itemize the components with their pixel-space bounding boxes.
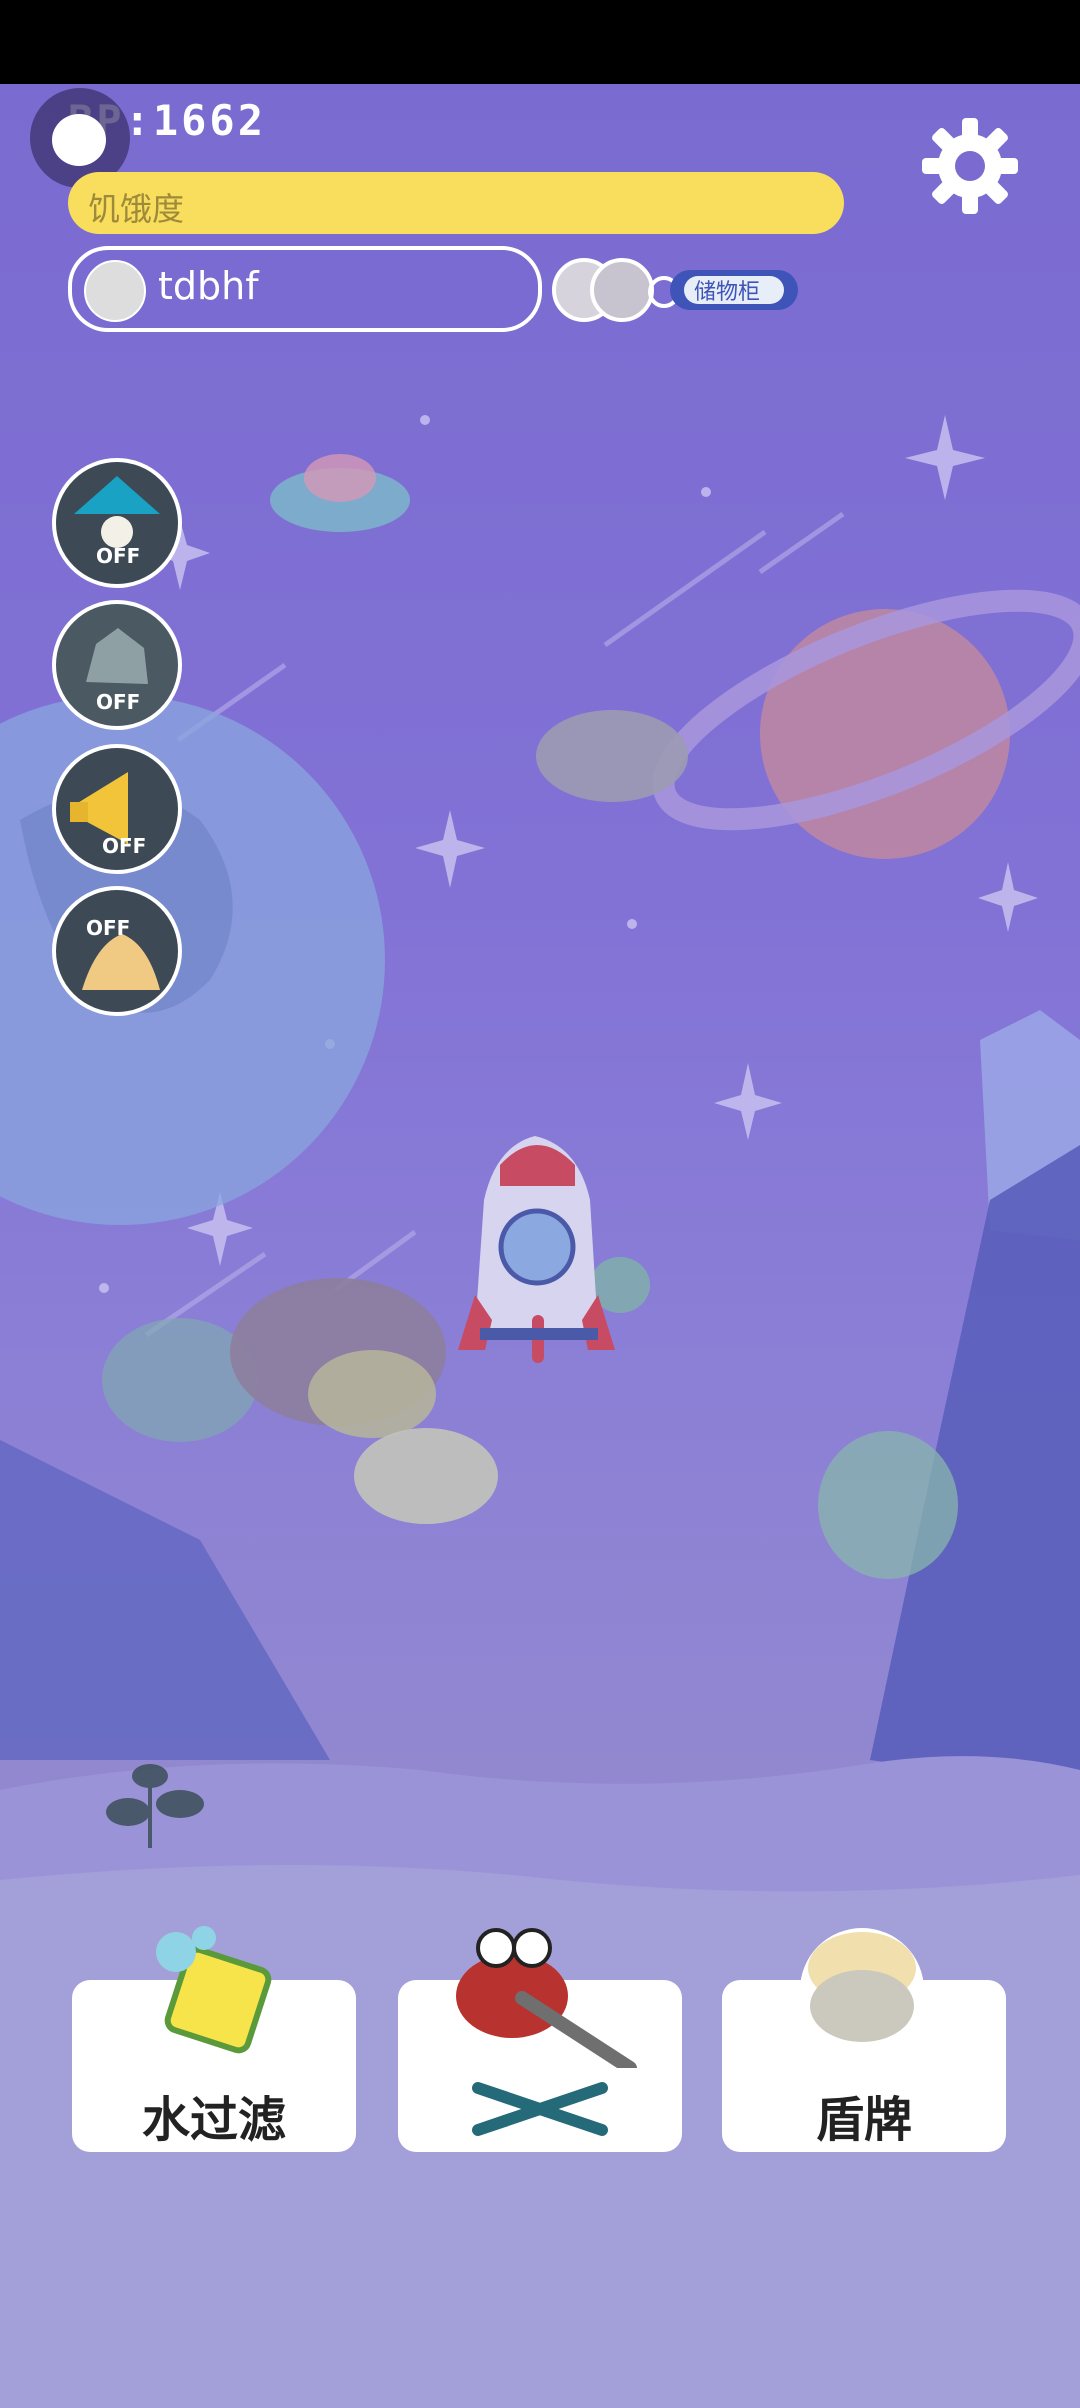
- sponge-icon: [156, 1926, 272, 2054]
- locker-button[interactable]: 储物柜: [552, 254, 802, 324]
- water-filter-label: 水过滤: [141, 2092, 286, 2148]
- shield-seal-icon: [800, 1928, 924, 2050]
- lamp-toggle-button[interactable]: OFF: [52, 458, 182, 588]
- player-avatar: [84, 260, 146, 322]
- player-name: tdbhf: [158, 264, 259, 308]
- status-bar: [0, 0, 1080, 84]
- rock-toggle-button[interactable]: OFF: [52, 600, 182, 730]
- settings-button[interactable]: [920, 116, 1020, 216]
- cross-icon: [472, 2082, 608, 2136]
- hunger-bar: 饥饿度: [68, 172, 844, 234]
- shell-status: OFF: [86, 916, 131, 940]
- locker-label: 储物柜: [694, 280, 761, 305]
- crab-icon: [456, 1928, 637, 2068]
- key-icon: [552, 258, 798, 322]
- shell-toggle-button[interactable]: OFF: [52, 886, 182, 1016]
- rock-status: OFF: [96, 690, 141, 714]
- gear-icon: [922, 118, 1018, 214]
- megaphone-status: OFF: [102, 834, 147, 858]
- shell-icon: [82, 934, 160, 990]
- lamp-status: OFF: [96, 544, 141, 568]
- megaphone-toggle-button[interactable]: OFF: [52, 744, 182, 874]
- hunger-label: 饥饿度: [88, 190, 185, 228]
- shield-label: 盾牌: [815, 2092, 912, 2148]
- rocket: [458, 1136, 615, 1363]
- player-name-box[interactable]: tdbhf: [68, 246, 542, 332]
